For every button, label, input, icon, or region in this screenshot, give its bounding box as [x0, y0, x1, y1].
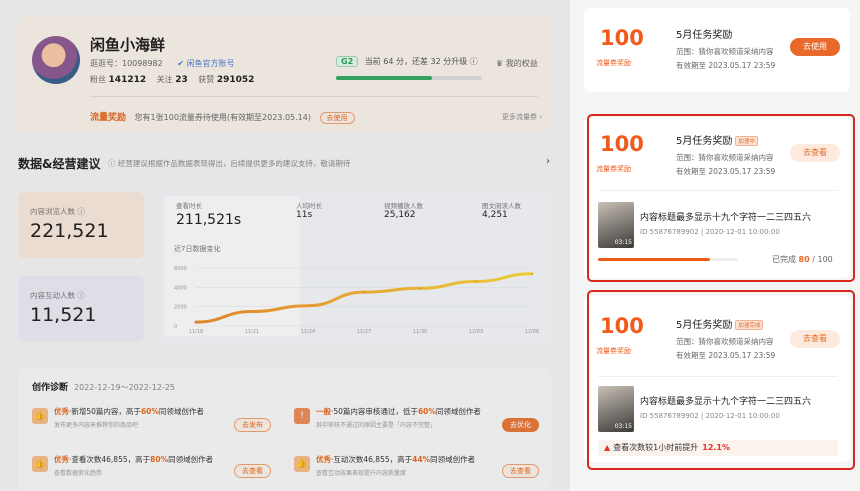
reward-expire: 有效期至 2023.05.17 23:59 — [676, 61, 776, 70]
highlight-outline — [587, 290, 855, 470]
use-button[interactable]: 去使用 — [790, 38, 840, 56]
reward-card-1: 100 流量券奖励 5月任务奖励 范围：猜你喜欢频道采纳内容 有效期至 2023… — [584, 8, 850, 92]
modal-overlay — [0, 0, 570, 491]
reward-title: 5月任务奖励 — [676, 30, 733, 41]
left-panel: 闲鱼小海鲜 逛逛号：10098982 ✔ 闲鱼官方账号 粉丝 141212 关注… — [0, 0, 570, 491]
reward-range: 范围：猜你喜欢频道采纳内容 — [676, 47, 774, 56]
reward-unit: 流量券奖励 — [596, 59, 631, 67]
highlight-outline — [587, 114, 855, 282]
reward-amount: 100 — [600, 26, 644, 50]
reward-panel: 100 流量券奖励 5月任务奖励 范围：猜你喜欢频道采纳内容 有效期至 2023… — [570, 0, 860, 491]
